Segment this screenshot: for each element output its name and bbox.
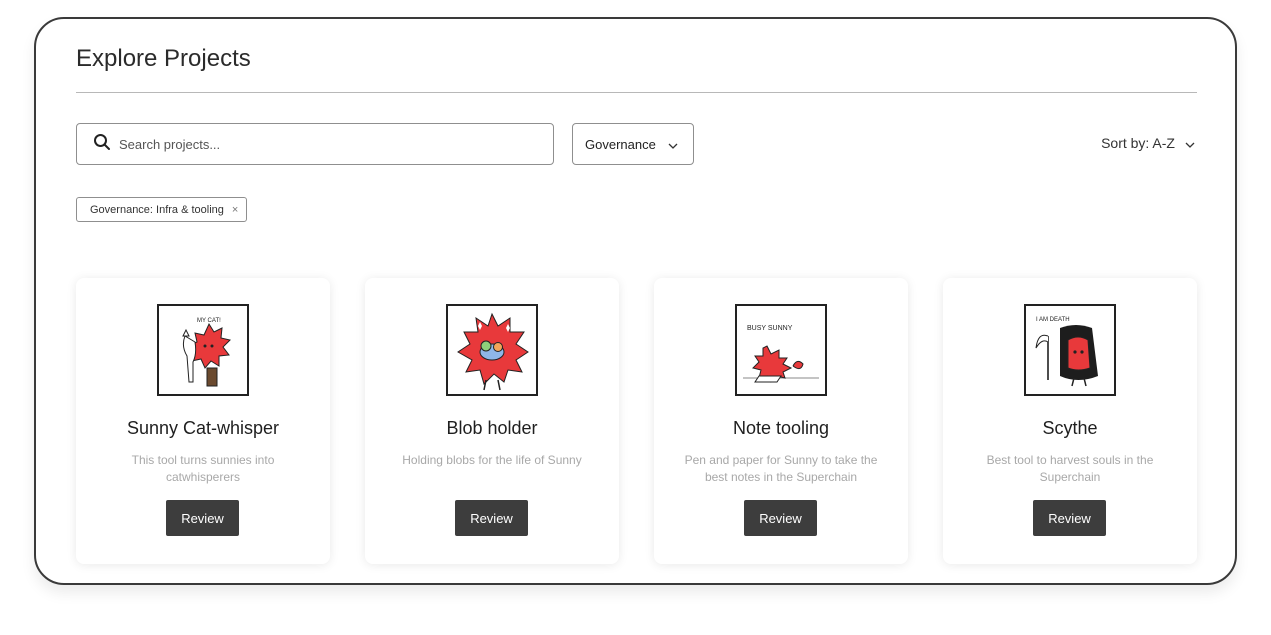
review-button[interactable]: Review	[744, 500, 817, 536]
explore-projects-panel: Explore Projects Governance Sort by: A-Z…	[34, 17, 1237, 585]
project-description: Best tool to harvest souls in the Superc…	[986, 453, 1154, 484]
project-title: Blob holder	[446, 418, 538, 438]
search-icon	[93, 133, 111, 156]
filter-selected-label: Governance	[585, 136, 656, 152]
project-description: Pen and paper for Sunny to take the best…	[684, 453, 878, 484]
chip-label: Governance: Infra & tooling	[90, 203, 224, 216]
sort-dropdown[interactable]: Sort by: A-Z	[1101, 135, 1195, 151]
project-card: MY CAT! Sunny Cat-whisper This tool turn…	[76, 278, 330, 564]
svg-text:MY CAT!: MY CAT!	[197, 318, 221, 324]
chevron-down-icon	[1175, 135, 1195, 151]
category-filter-select[interactable]: Governance	[572, 123, 694, 165]
project-image: I AM DEATH	[1024, 304, 1116, 396]
sunny-cat-illustration: MY CAT!	[182, 318, 231, 387]
search-box[interactable]	[76, 123, 554, 165]
project-title: Scythe	[1042, 418, 1098, 438]
project-image: BUSY SUNNY	[735, 304, 827, 396]
project-image: MY CAT!	[157, 304, 249, 396]
project-description: Holding blobs for the life of Sunny	[402, 453, 582, 467]
active-filter-chip[interactable]: Governance: Infra & tooling ×	[76, 197, 248, 222]
project-image	[446, 304, 538, 396]
svg-text:I AM DEATH: I AM DEATH	[1036, 317, 1070, 323]
review-button[interactable]: Review	[1033, 500, 1106, 536]
chevron-down-icon	[656, 137, 678, 152]
project-card: I AM DEATH Scythe Best tool to harvest s…	[943, 278, 1197, 564]
search-input[interactable]	[119, 136, 539, 152]
sort-label: Sort by: A-Z	[1101, 135, 1175, 151]
note-tooling-illustration: BUSY SUNNY	[743, 325, 819, 383]
project-title: Note tooling	[732, 418, 830, 438]
close-icon[interactable]: ×	[232, 204, 238, 216]
project-card: BUSY SUNNY Note tooling Pen and paper fo…	[654, 278, 908, 564]
project-title: Sunny Cat-whisper	[126, 418, 280, 438]
review-button[interactable]: Review	[166, 500, 239, 536]
review-button[interactable]: Review	[455, 500, 528, 536]
divider	[76, 92, 1197, 93]
project-card: Blob holder Holding blobs for the life o…	[365, 278, 619, 564]
project-grid: MY CAT! Sunny Cat-whisper This tool turn…	[76, 278, 1197, 564]
blob-holder-illustration	[457, 312, 529, 391]
page-title: Explore Projects	[76, 45, 251, 72]
scythe-illustration: I AM DEATH	[1035, 317, 1098, 387]
svg-text:BUSY SUNNY: BUSY SUNNY	[747, 325, 793, 332]
project-description: This tool turns sunnies into catwhispere…	[131, 453, 275, 484]
